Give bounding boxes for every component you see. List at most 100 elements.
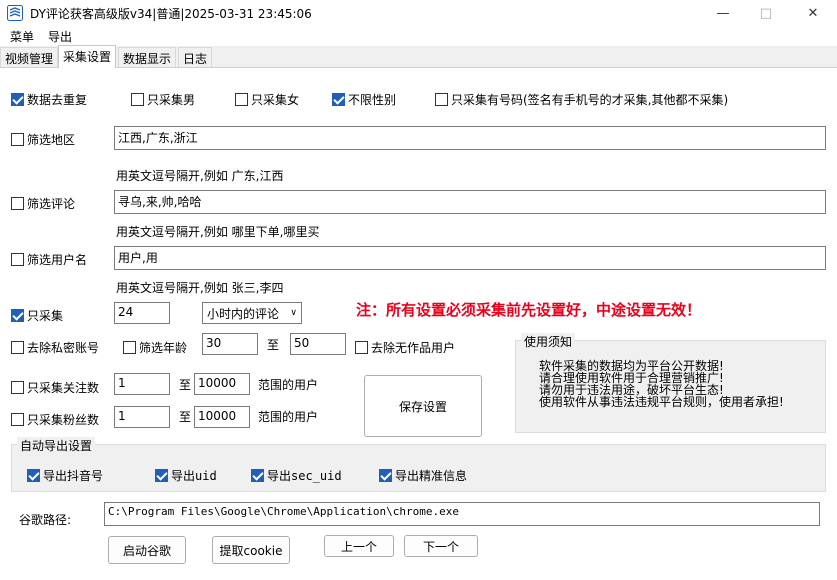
female-only-checkbox[interactable]: 只采集女 <box>235 91 299 108</box>
checkbox-box <box>435 93 448 106</box>
age-sep: 至 <box>267 338 280 352</box>
export-precise-label: 导出精准信息 <box>395 469 468 483</box>
checkbox-box <box>11 413 24 426</box>
export-sec-uid-checkbox[interactable]: 导出sec_uid <box>251 467 342 484</box>
close-button[interactable]: ✕ <box>790 0 836 26</box>
checkbox-box <box>123 341 136 354</box>
checkbox-box <box>11 341 24 354</box>
checkbox-box <box>11 197 24 210</box>
follow-from-input[interactable]: 1 <box>114 373 170 395</box>
checkbox-box <box>11 253 24 266</box>
chrome-path-input[interactable]: C:\Program Files\Google\Chrome\Applicati… <box>104 502 820 526</box>
region-input[interactable]: 江西,广东,浙江 <box>114 126 826 150</box>
username-hint: 用英文逗号隔开,例如 张三,李四 <box>116 281 284 295</box>
menu-main[interactable]: 菜单 <box>10 28 34 45</box>
checkbox-box <box>131 93 144 106</box>
comment-label: 筛选评论 <box>27 197 76 211</box>
time-range-value: 小时内的评论 <box>207 306 280 321</box>
phone-only-checkbox[interactable]: 只采集有号码(签名有手机号的才采集,其他都不采集) <box>435 91 728 108</box>
checkbox-box <box>251 469 264 482</box>
follow-count-checkbox[interactable]: 只采集关注数 <box>11 379 99 396</box>
export-uid-checkbox[interactable]: 导出uid <box>155 467 217 484</box>
title-bar: DY评论获客高级版v34|普通|2025-03-31 23:45:06 — □ … <box>0 0 837 26</box>
usage-line-4: 使用软件从事违法违规平台规则，使用者承担! <box>539 395 784 409</box>
tab-collect-settings[interactable]: 采集设置 <box>58 45 117 68</box>
minimize-button[interactable]: — <box>700 0 746 26</box>
remove-private-checkbox[interactable]: 去除私密账号 <box>11 339 99 356</box>
checkbox-box <box>332 93 345 106</box>
follow-sep: 至 <box>179 378 192 392</box>
chrome-path-label: 谷歌路径: <box>19 513 72 527</box>
checkbox-box <box>355 341 368 354</box>
maximize-button[interactable]: □ <box>743 0 789 26</box>
save-settings-button[interactable]: 保存设置 <box>364 375 482 437</box>
follow-count-label: 只采集关注数 <box>27 381 100 395</box>
extract-cookie-button[interactable]: 提取cookie <box>212 536 290 564</box>
any-gender-label: 不限性别 <box>348 93 397 107</box>
checkbox-box <box>11 309 24 322</box>
close-icon: ✕ <box>807 5 819 21</box>
remove-no-works-label: 去除无作品用户 <box>371 341 456 355</box>
follow-suffix: 范围的用户 <box>258 378 319 392</box>
tab-log[interactable]: 日志 <box>178 47 213 67</box>
age-to-input[interactable]: 50 <box>290 333 346 355</box>
fans-sep: 至 <box>179 410 192 424</box>
export-douyin-label: 导出抖音号 <box>43 469 104 483</box>
export-uid-label: 导出uid <box>171 469 217 483</box>
export-sec-uid-label: 导出sec_uid <box>267 469 342 483</box>
username-input[interactable]: 用户,用 <box>114 246 826 270</box>
username-checkbox[interactable]: 筛选用户名 <box>11 251 87 268</box>
app-icon <box>7 5 23 21</box>
phone-only-label: 只采集有号码(签名有手机号的才采集,其他都不采集) <box>451 93 729 107</box>
chevron-down-icon: ∨ <box>290 308 297 318</box>
settings-warning: 注：所有设置必须采集前先设置好，中途设置无效！ <box>356 301 702 319</box>
fans-to-input[interactable]: 10000 <box>194 406 250 428</box>
username-label: 筛选用户名 <box>27 253 88 267</box>
comment-hint: 用英文逗号隔开,例如 哪里下单,哪里买 <box>116 225 320 239</box>
region-checkbox[interactable]: 筛选地区 <box>11 131 75 148</box>
dedupe-checkbox[interactable]: 数据去重复 <box>11 91 87 108</box>
only-collect-label: 只采集 <box>27 309 64 323</box>
auto-export-title: 自动导出设置 <box>17 437 96 454</box>
fans-suffix: 范围的用户 <box>258 410 319 424</box>
minimize-icon: — <box>716 5 730 21</box>
hours-input[interactable]: 24 <box>114 302 170 324</box>
remove-private-label: 去除私密账号 <box>27 341 100 355</box>
window-title: DY评论获客高级版v34|普通|2025-03-31 23:45:06 <box>30 7 312 21</box>
age-from-input[interactable]: 30 <box>202 333 258 355</box>
time-range-select[interactable]: 小时内的评论 ∨ <box>202 302 302 324</box>
region-hint: 用英文逗号隔开,例如 广东,江西 <box>116 169 284 183</box>
export-precise-checkbox[interactable]: 导出精准信息 <box>379 467 467 484</box>
prev-button[interactable]: 上一个 <box>324 535 394 557</box>
fans-from-input[interactable]: 1 <box>114 406 170 428</box>
only-collect-checkbox[interactable]: 只采集 <box>11 307 63 324</box>
follow-to-input[interactable]: 10000 <box>194 373 250 395</box>
male-only-label: 只采集男 <box>147 93 196 107</box>
fans-count-checkbox[interactable]: 只采集粉丝数 <box>11 411 99 428</box>
male-only-checkbox[interactable]: 只采集男 <box>131 91 195 108</box>
launch-chrome-button[interactable]: 启动谷歌 <box>108 536 186 564</box>
export-douyin-checkbox[interactable]: 导出抖音号 <box>27 467 103 484</box>
usage-notice-title: 使用须知 <box>521 333 576 350</box>
maximize-icon: □ <box>759 5 773 21</box>
next-button[interactable]: 下一个 <box>404 535 478 557</box>
any-gender-checkbox[interactable]: 不限性别 <box>332 91 396 108</box>
checkbox-box <box>27 469 40 482</box>
checkbox-box <box>11 381 24 394</box>
fans-count-label: 只采集粉丝数 <box>27 413 100 427</box>
checkbox-box <box>155 469 168 482</box>
comment-input[interactable]: 寻乌,来,帅,哈哈 <box>114 190 826 214</box>
menu-export[interactable]: 导出 <box>48 28 72 45</box>
age-checkbox[interactable]: 筛选年龄 <box>123 339 187 356</box>
checkbox-box <box>379 469 392 482</box>
remove-no-works-checkbox[interactable]: 去除无作品用户 <box>355 339 455 356</box>
menu-bar: 菜单 导出 <box>0 26 837 46</box>
region-label: 筛选地区 <box>27 133 76 147</box>
checkbox-box <box>235 93 248 106</box>
dedupe-label: 数据去重复 <box>27 93 88 107</box>
age-label: 筛选年龄 <box>139 341 188 355</box>
tab-video-manage[interactable]: 视频管理 <box>0 47 59 67</box>
tab-data-display[interactable]: 数据显示 <box>118 47 177 67</box>
comment-checkbox[interactable]: 筛选评论 <box>11 195 75 212</box>
female-only-label: 只采集女 <box>251 93 300 107</box>
